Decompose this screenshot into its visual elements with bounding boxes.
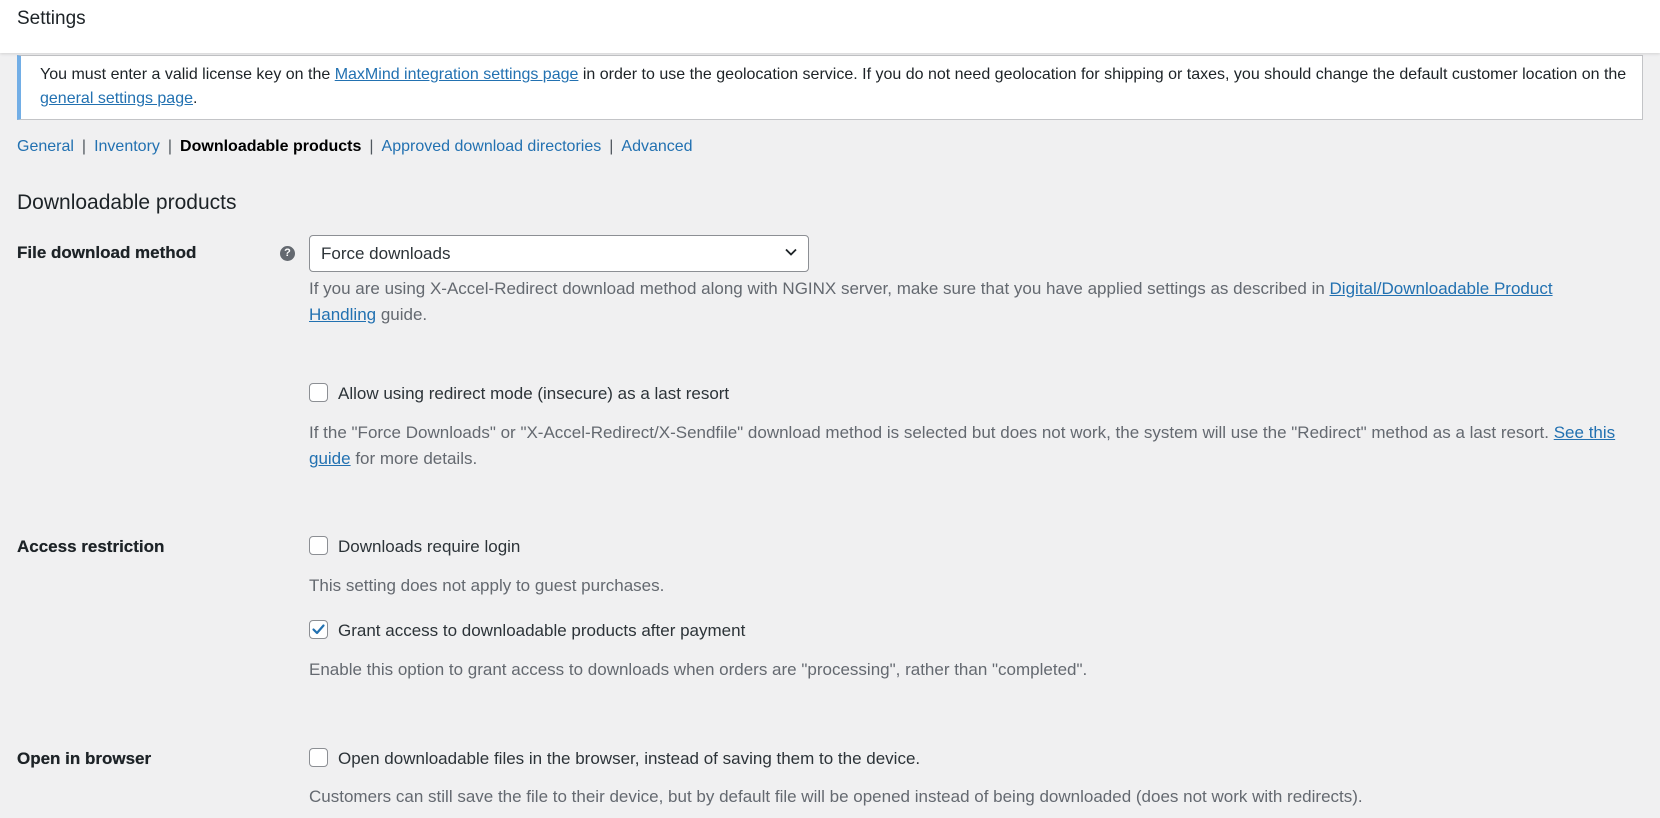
open-in-browser-checkbox[interactable]	[309, 748, 328, 768]
maxmind-settings-link[interactable]: MaxMind integration settings page	[335, 66, 579, 83]
access-restriction-label: Access restriction	[17, 537, 165, 556]
redirect-desc-text-2: for more details.	[350, 449, 478, 468]
subnav-downloadable-products[interactable]: Downloadable products	[180, 138, 361, 155]
desc-text-1: If you are using X-Accel-Redirect downlo…	[309, 279, 1330, 298]
subnav-separator: |	[369, 138, 374, 155]
page-title: Settings	[17, 8, 86, 29]
checkmark-icon	[312, 624, 325, 635]
general-settings-link[interactable]: general settings page	[40, 90, 193, 107]
subnav-general[interactable]: General	[17, 138, 74, 155]
select-value: Force downloads	[321, 244, 451, 263]
open-in-browser-option[interactable]: Open downloadable files in the browser, …	[309, 748, 921, 769]
settings-subnav: General | Inventory | Downloadable products |…	[17, 135, 693, 159]
redirect-fallback-label: Allow using redirect mode (insecure) as …	[338, 384, 730, 403]
notice-text-3: .	[193, 90, 198, 107]
geolocation-notice: You must enter a valid license key on th…	[17, 55, 1643, 120]
top-header-bar: Settings	[0, 0, 1660, 53]
chevron-down-icon	[785, 248, 797, 256]
subnav-separator: |	[81, 138, 87, 155]
subnav-inventory[interactable]: Inventory	[94, 138, 160, 155]
file-download-method-select[interactable]: Force downloads	[309, 235, 809, 272]
open-in-browser-label: Open in browser	[17, 749, 152, 768]
grant-access-description: Enable this option to grant access to do…	[309, 660, 1088, 679]
open-in-browser-description: Customers can still save the file to the…	[309, 787, 1363, 806]
downloads-require-login-option[interactable]: Downloads require login	[309, 536, 521, 557]
grant-access-option[interactable]: Grant access to downloadable products af…	[309, 620, 746, 641]
redirect-fallback-checkbox[interactable]	[309, 383, 328, 403]
redirect-fallback-description: If the "Force Downloads" or "X-Accel-Red…	[309, 420, 1619, 472]
grant-access-label: Grant access to downloadable products af…	[338, 621, 746, 640]
subnav-separator: |	[609, 138, 614, 155]
notice-text-2: in order to use the geolocation service.…	[578, 66, 1627, 83]
file-download-method-description: If you are using X-Accel-Redirect downlo…	[309, 276, 1619, 328]
subnav-approved-download-directories[interactable]: Approved download directories	[382, 138, 602, 155]
question-circle-icon[interactable]: ?	[280, 246, 295, 261]
downloads-require-login-description: This setting does not apply to guest pur…	[309, 576, 665, 595]
notice-text-1: You must enter a valid license key on th…	[40, 66, 335, 83]
redirect-desc-text-1: If the "Force Downloads" or "X-Accel-Red…	[309, 423, 1554, 442]
downloads-require-login-label: Downloads require login	[338, 537, 521, 556]
file-download-method-label: File download method	[17, 243, 197, 262]
redirect-fallback-option[interactable]: Allow using redirect mode (insecure) as …	[309, 383, 730, 404]
open-in-browser-checkbox-label: Open downloadable files in the browser, …	[338, 749, 921, 768]
subnav-advanced[interactable]: Advanced	[621, 138, 692, 155]
subnav-separator: |	[167, 138, 173, 155]
downloads-require-login-checkbox[interactable]	[309, 536, 328, 556]
grant-access-checkbox[interactable]	[309, 620, 328, 640]
section-title: Downloadable products	[17, 191, 237, 214]
desc-text-2: guide.	[376, 305, 428, 324]
